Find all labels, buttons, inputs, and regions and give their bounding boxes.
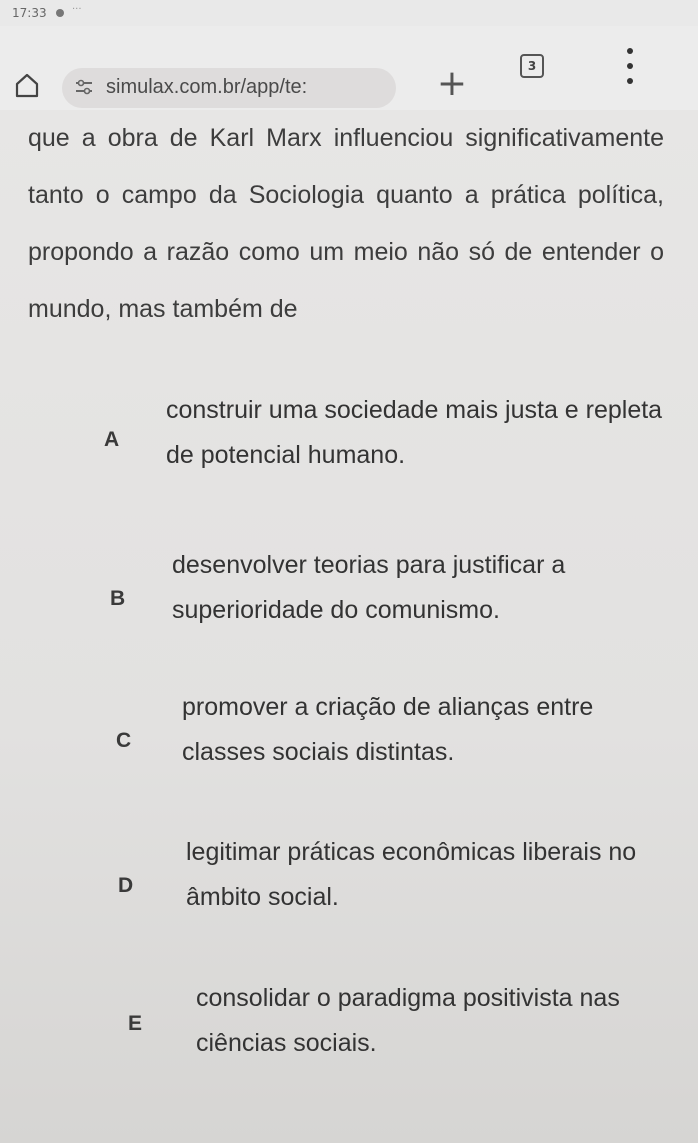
new-tab-button[interactable]: + xyxy=(434,66,470,102)
home-icon[interactable] xyxy=(14,72,40,98)
status-time: 17:33 xyxy=(12,6,47,20)
option-text: construir uma sociedade mais justa e rep… xyxy=(166,396,663,469)
url-text: simulax.com.br/app/te: xyxy=(106,76,308,98)
browser-toolbar: simulax.com.br/app/te: + 3 xyxy=(0,26,698,110)
option-c[interactable]: C promover a criação de alianças entre c… xyxy=(0,685,698,805)
option-text: desenvolver teorias para justificar a su… xyxy=(172,551,566,624)
url-bar[interactable]: simulax.com.br/app/te: xyxy=(62,68,396,108)
tab-switcher-button[interactable]: 3 xyxy=(520,54,544,78)
page-content: que a obra de Karl Marx influenciou sign… xyxy=(0,110,698,1143)
option-b[interactable]: B desenvolver teorias para justificar a … xyxy=(0,535,698,655)
option-text: promover a criação de alianças entre cla… xyxy=(182,693,594,766)
more-vert-icon[interactable] xyxy=(622,48,638,84)
option-a[interactable]: A construir uma sociedade mais justa e r… xyxy=(0,388,698,508)
option-letter: B xyxy=(110,587,126,610)
notification-dot-icon xyxy=(56,9,64,17)
option-e[interactable]: E consolidar o paradigma positivista nas… xyxy=(0,976,698,1096)
option-text: legitimar práticas econômicas liberais n… xyxy=(186,838,637,911)
option-letter: E xyxy=(128,1012,143,1035)
option-d[interactable]: D legitimar práticas econômicas liberais… xyxy=(0,830,698,950)
option-letter: C xyxy=(116,729,132,752)
option-text: consolidar o paradigma positivista nas c… xyxy=(196,984,620,1057)
status-bar: 17:33 ··· xyxy=(0,0,698,26)
option-letter: A xyxy=(104,428,120,451)
question-text: que a obra de Karl Marx influenciou sign… xyxy=(28,124,664,323)
option-letter: D xyxy=(118,874,134,897)
site-settings-icon[interactable] xyxy=(74,77,94,97)
status-extra: ··· xyxy=(72,4,82,15)
